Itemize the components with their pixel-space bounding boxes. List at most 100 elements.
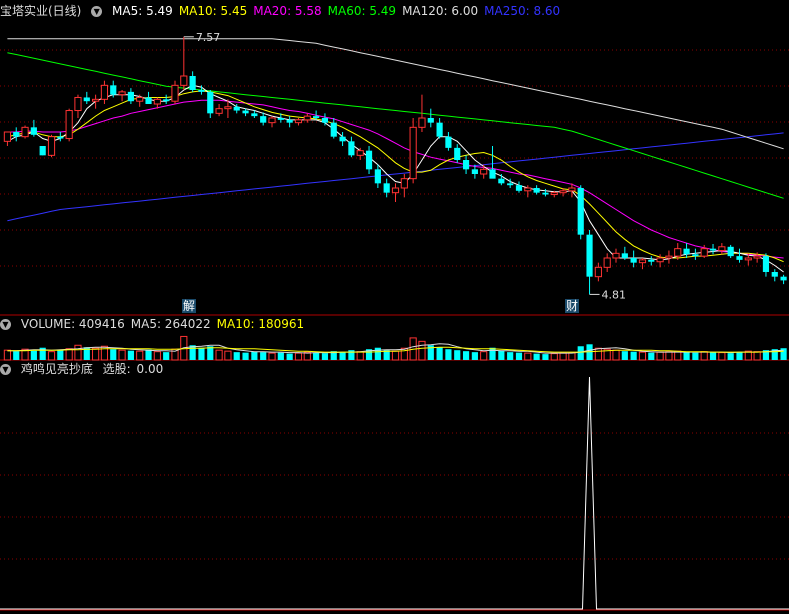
candle-body <box>207 91 214 114</box>
candle-body <box>313 116 320 118</box>
volume-bar <box>391 350 400 361</box>
event-tag-jie[interactable]: 解 <box>182 299 197 313</box>
candle-body <box>507 183 514 186</box>
volume-bar <box>215 349 223 361</box>
candle-body <box>489 169 496 179</box>
volume-bar <box>648 352 655 360</box>
volume-bar <box>638 351 647 361</box>
main-legend: 宝塔实业(日线) ▼ MA5: 5.49 MA10: 5.45 MA20: 5.58… <box>0 3 572 20</box>
volume-bar <box>251 351 258 360</box>
volume-bar <box>189 345 196 360</box>
dropdown-arrow-icon[interactable]: ▼ <box>91 6 103 17</box>
volume-bar <box>577 346 584 360</box>
volume-bar <box>374 347 381 360</box>
candle-body <box>780 276 787 281</box>
volume-bar <box>498 350 505 360</box>
candle-body <box>709 248 717 251</box>
volume-legend-items: VOLUME: 409416 MA5: 264022 MA10: 180961 <box>21 317 310 331</box>
volume-bar <box>471 352 478 360</box>
candle-body <box>674 248 682 257</box>
candle-body <box>303 115 311 121</box>
dropdown-arrow-icon[interactable]: ▼ <box>0 319 11 330</box>
volume-bar <box>163 352 170 360</box>
legend-entry: MA120: 6.00 <box>402 4 479 18</box>
candle-body <box>356 150 364 156</box>
volume-legend: ▼ VOLUME: 409416 MA5: 264022 MA10: 180961 <box>0 316 316 333</box>
volume-bar <box>515 352 523 360</box>
indicator-label: 选股: <box>102 362 131 376</box>
candle-body <box>365 150 373 170</box>
candle-body <box>65 110 73 140</box>
candle-body <box>136 96 144 102</box>
main-legend-items: MA5: 5.49 MA10: 5.45 MA20: 5.58 MA60: 5.49 M… <box>112 4 566 18</box>
volume-bar <box>621 351 628 360</box>
volume-bar <box>260 352 267 360</box>
volume-bar <box>550 353 558 361</box>
candle-body <box>436 122 443 137</box>
legend-entry: MA10: 180961 <box>216 317 305 331</box>
candle-body <box>480 168 488 175</box>
candle-body <box>383 183 390 193</box>
dropdown-arrow-icon[interactable]: ▼ <box>0 364 11 375</box>
volume-bar <box>594 347 602 361</box>
volume-bar <box>445 349 452 360</box>
volume-bar <box>286 353 293 360</box>
legend-entry: MA20: 5.58 <box>253 4 322 18</box>
candle-body <box>700 248 708 257</box>
volume-bar <box>65 348 73 361</box>
candle-body <box>533 188 540 193</box>
volume-bar <box>321 353 329 360</box>
legend-entry: MA250: 8.60 <box>484 4 561 18</box>
legend-entry: MA5: 264022 <box>130 317 211 331</box>
volume-bar <box>339 352 346 360</box>
legend-entry: MA60: 5.49 <box>327 4 397 18</box>
candle-body <box>736 256 743 260</box>
volume-bar <box>454 350 461 360</box>
volume-bar <box>665 351 673 361</box>
volume-bar <box>612 349 620 361</box>
volume-bar <box>30 350 37 360</box>
candle-body <box>648 259 655 262</box>
candle-body <box>171 84 179 102</box>
candle-body <box>753 255 761 259</box>
candle-body <box>586 234 593 277</box>
chart-background <box>0 0 789 614</box>
legend-entry: MA10: 5.45 <box>178 4 248 18</box>
candle-body <box>612 252 620 259</box>
event-tag-cai[interactable]: 财 <box>565 299 580 313</box>
candle-body <box>233 106 240 111</box>
candle-body <box>374 169 381 184</box>
candle-body <box>92 98 100 102</box>
candle-body <box>409 126 417 180</box>
candle-body <box>462 160 470 170</box>
candle-body <box>348 141 355 156</box>
candle-body <box>321 118 329 123</box>
volume-bar <box>436 347 443 360</box>
volume-bar <box>294 352 303 361</box>
candle-body <box>630 258 637 263</box>
low-label: 4.81 <box>602 288 627 301</box>
volume-bar <box>692 352 699 360</box>
stock-chart[interactable]: 7.57 4.81 <box>0 0 789 614</box>
candle-body <box>74 96 82 112</box>
candle-body <box>665 255 673 259</box>
volume-bar <box>242 352 249 360</box>
candle-body <box>683 248 690 255</box>
candle-body <box>559 190 567 194</box>
candle-body <box>727 246 734 257</box>
candle-body <box>418 117 426 128</box>
candle-body <box>498 178 505 184</box>
legend-entry: MA5: 5.49 <box>112 4 173 18</box>
candle-body <box>110 85 117 95</box>
volume-bar <box>233 352 240 360</box>
candle-body <box>445 136 452 148</box>
volume-bar <box>718 352 726 361</box>
volume-bar <box>13 351 20 360</box>
candle-body <box>771 272 778 277</box>
volume-bar <box>489 347 496 360</box>
volume-bar <box>568 352 576 361</box>
volume-bar <box>127 350 134 360</box>
volume-bar <box>74 344 82 361</box>
volume-bar <box>118 349 126 361</box>
volume-bar <box>480 351 488 361</box>
